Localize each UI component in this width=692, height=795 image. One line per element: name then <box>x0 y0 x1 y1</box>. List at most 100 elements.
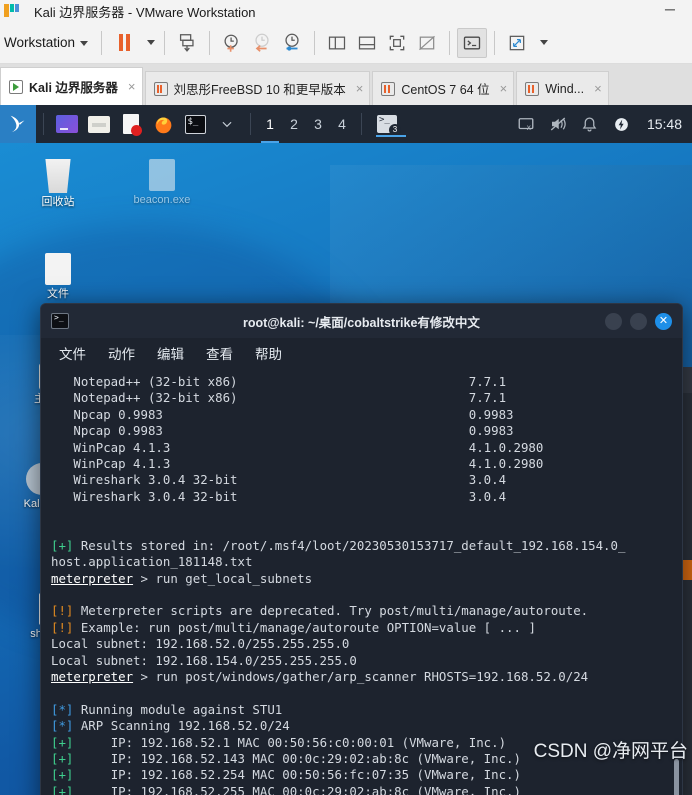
show-library-button[interactable] <box>322 28 352 58</box>
vm-tab-centos[interactable]: CentOS 7 64 位 × <box>372 71 515 105</box>
vm-tab-kali[interactable]: Kali 边界服务器 × <box>0 67 143 105</box>
workstation-menu-button[interactable]: Workstation <box>0 35 94 50</box>
taskbar-window-terminal[interactable]: >_ 3 <box>372 111 406 137</box>
desktop-icon-beacon[interactable]: beacon.exe <box>120 159 204 207</box>
terminal-output[interactable]: Notepad++ (32-bit x86) 7.7.1 Notepad++ (… <box>41 368 682 795</box>
vm-tab-label: CentOS 7 64 位 <box>401 83 490 97</box>
minimize-button[interactable] <box>605 312 622 330</box>
terminal-line: Npcap 0.9983 0.9983 <box>51 406 514 422</box>
workspace-3[interactable]: 3 <box>306 105 330 143</box>
unity-mode-button[interactable] <box>412 28 442 58</box>
terminal-line: WinPcap 4.1.3 4.1.0.2980 <box>51 439 544 455</box>
kali-menu-button[interactable] <box>0 105 36 143</box>
terminal-line: [*] Running module against STU1 <box>51 701 283 717</box>
terminal-menubar: 文件 动作 编辑 查看 帮助 <box>41 338 682 368</box>
panel-bottom-icon <box>358 36 376 49</box>
fullscreen-button[interactable] <box>382 28 412 58</box>
menu-help[interactable]: 帮助 <box>255 343 282 363</box>
desktop-icon-trash[interactable]: 回收站 <box>16 159 100 209</box>
terminal-line: [+] IP: 192.168.52.254 MAC 00:50:56:fc:0… <box>51 767 521 783</box>
fullscreen-icon <box>389 35 405 50</box>
take-snapshot-button[interactable] <box>217 28 247 58</box>
terminal-line: Notepad++ (32-bit x86) 7.7.1 <box>51 374 507 389</box>
vm-tab-windows[interactable]: Wind... × <box>516 71 609 105</box>
folder-icon <box>88 115 110 133</box>
menu-view[interactable]: 查看 <box>206 343 233 363</box>
desktop-icon-label: 回收站 <box>41 196 75 208</box>
terminal-line: [!] Example: run post/multi/manage/autor… <box>51 619 536 635</box>
kali-dragon-icon <box>10 115 25 133</box>
minimize-button[interactable]: ─ <box>656 2 684 20</box>
terminal-line: [+] Results stored in: /root/.msf4/loot/… <box>51 537 626 553</box>
tray-power-icon[interactable] <box>609 111 635 137</box>
console-view-button[interactable] <box>457 27 488 58</box>
panel-divider <box>361 113 362 135</box>
vm-tab-label: Kali 边界服务器 <box>29 81 118 95</box>
vm-tab-close-icon[interactable]: × <box>594 81 602 96</box>
panel-divider <box>250 113 251 135</box>
vm-tab-close-icon[interactable]: × <box>128 79 136 94</box>
menu-actions[interactable]: 动作 <box>108 343 135 363</box>
toolbar-divider <box>314 30 316 55</box>
launcher-firefox[interactable] <box>150 111 176 137</box>
snapshot-manager-button[interactable] <box>277 28 307 58</box>
panel-left-icon <box>328 36 346 49</box>
workspace-2[interactable]: 2 <box>282 105 306 143</box>
revert-snapshot-button[interactable] <box>247 28 277 58</box>
desktop-icon-file[interactable]: 文件 <box>16 253 100 301</box>
close-button[interactable] <box>655 312 672 330</box>
vmware-titlebar: Kali 边界服务器 - VMware Workstation ─ <box>0 0 692 22</box>
show-thumbnails-button[interactable] <box>352 28 382 58</box>
terminal-icon <box>51 313 69 329</box>
maximize-button[interactable] <box>630 312 647 330</box>
vm-suspended-icon <box>381 81 396 96</box>
vm-tab-close-icon[interactable]: × <box>356 81 364 96</box>
workstation-menu-label: Workstation <box>4 35 76 50</box>
vm-tab-freebsd[interactable]: 刘思彤FreeBSD 10 和更早版本 × <box>144 71 371 105</box>
terminal-title: root@kali: ~/桌面/cobaltstrike有修改中文 <box>243 315 480 330</box>
panel-divider <box>43 113 44 135</box>
tray-notifications-icon[interactable] <box>577 111 603 137</box>
terminal-line: host.application_181148.txt <box>51 554 253 570</box>
menu-file[interactable]: 文件 <box>59 343 86 363</box>
workspace-4[interactable]: 4 <box>330 105 354 143</box>
tray-display-icon[interactable]: x <box>513 111 539 137</box>
document-icon <box>123 114 142 136</box>
unity-off-icon <box>419 35 435 50</box>
terminal-titlebar[interactable]: root@kali: ~/桌面/cobaltstrike有修改中文 <box>41 304 682 338</box>
chevron-down-icon <box>80 40 89 46</box>
panel-clock[interactable]: 15:48 <box>647 116 682 132</box>
vm-tab-close-icon[interactable]: × <box>500 81 508 96</box>
file-icon <box>149 159 175 191</box>
kali-guest-screen: $_ 1 2 3 4 >_ 3 x 15:48 回收站 beacon.exe 文… <box>0 105 692 795</box>
launcher-terminal-emulator[interactable] <box>54 111 80 137</box>
terminal-window[interactable]: root@kali: ~/桌面/cobaltstrike有修改中文 文件 动作 … <box>40 303 683 795</box>
terminal-line: Wireshark 3.0.4 32-bit 3.0.4 <box>51 488 507 504</box>
launcher-more[interactable] <box>214 111 240 137</box>
workspace-1[interactable]: 1 <box>258 105 282 143</box>
suspend-dropdown[interactable] <box>139 28 157 58</box>
snapshot-save-icon <box>179 33 194 52</box>
terminal-line: [+] IP: 192.168.52.255 MAC 00:0c:29:02:a… <box>51 783 521 795</box>
pause-icon <box>118 34 130 51</box>
vm-running-icon <box>9 79 23 94</box>
terminal-line: [*] ARP Scanning 192.168.52.0/24 <box>51 718 290 734</box>
launcher-root-terminal[interactable]: $_ <box>182 111 208 137</box>
launcher-file-manager[interactable] <box>86 111 112 137</box>
tray-volume-icon[interactable] <box>545 111 571 137</box>
launcher-text-editor[interactable] <box>118 111 144 137</box>
suspend-button[interactable] <box>109 28 139 58</box>
menu-edit[interactable]: 编辑 <box>157 343 184 363</box>
stretch-button[interactable] <box>502 28 532 58</box>
trash-icon <box>45 159 71 193</box>
vm-tab-label: 刘思彤FreeBSD 10 和更早版本 <box>173 83 346 97</box>
terminal-icon <box>463 36 481 49</box>
stretch-dropdown[interactable] <box>532 28 550 58</box>
terminal-scrollbar[interactable] <box>674 759 679 795</box>
snapshot-revert-icon <box>255 33 269 52</box>
vmware-logo <box>4 3 20 19</box>
power-snapshot-button[interactable] <box>172 28 202 58</box>
desktop-icon-label: 文件 <box>47 288 69 300</box>
